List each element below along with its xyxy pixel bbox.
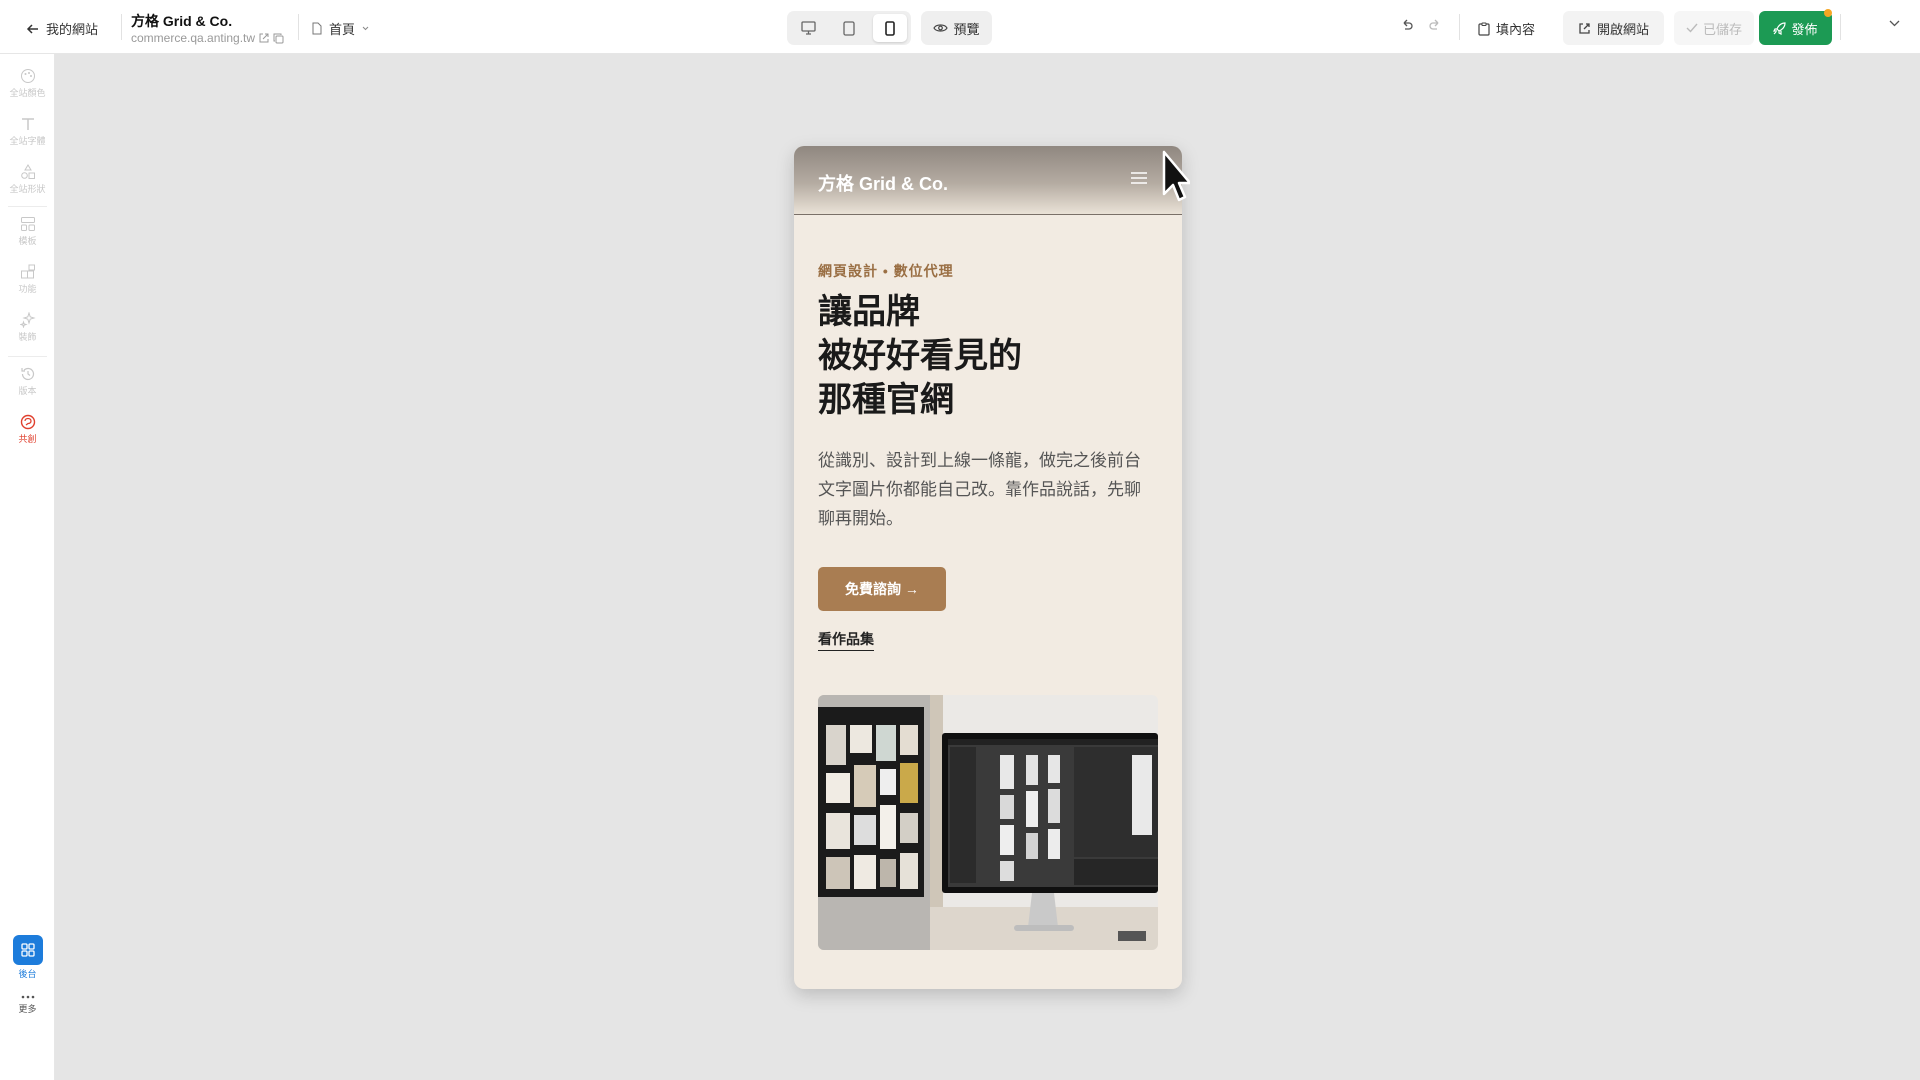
sidebar-divider [8, 206, 47, 207]
more-menu-button[interactable] [1889, 19, 1900, 27]
unpublished-changes-badge [1824, 9, 1832, 17]
copy-icon[interactable] [273, 33, 284, 44]
preview-label: 預覽 [953, 21, 980, 37]
fill-content-label: 填內容 [1496, 22, 1536, 37]
desktop-view-button[interactable] [791, 14, 825, 42]
external-link-icon[interactable] [259, 33, 269, 43]
saved-status-button: 已儲存 [1674, 11, 1754, 45]
site-name: 方格 Grid & Co. [131, 13, 233, 29]
sidebar-item-label: 功能 [18, 284, 37, 294]
shapes-icon [20, 164, 35, 179]
check-icon [1686, 23, 1698, 33]
sidebar-item-label: 共創 [18, 434, 37, 444]
back-to-my-sites-button[interactable]: 我的網站 [26, 19, 98, 38]
sidebar-item-fonts[interactable]: 全站字體 [0, 116, 55, 147]
sidebar-item-versions[interactable]: 版本 [0, 366, 55, 397]
open-site-label: 開啟網站 [1596, 21, 1649, 37]
portfolio-link[interactable]: 看作品集 [818, 629, 874, 651]
sidebar-item-more[interactable]: 更多 [0, 994, 55, 1015]
more-horizontal-icon [21, 995, 34, 999]
sidebar-item-collaborate[interactable]: 共創 [0, 414, 55, 445]
open-site-button[interactable]: 開啟網站 [1563, 11, 1664, 45]
page-selector-label: 首頁 [329, 22, 356, 37]
arrow-left-icon [26, 23, 38, 34]
sidebar-item-features[interactable]: 功能 [0, 264, 55, 295]
tablet-icon [843, 20, 855, 36]
backend-tile [12, 935, 43, 965]
preview-site-header: 方格 Grid & Co. [794, 146, 1182, 215]
device-switcher [787, 11, 911, 45]
top-toolbar: 我的網站 方格 Grid & Co. commerce.qa.anting.tw… [0, 0, 1920, 54]
sidebar-item-templates[interactable]: 模板 [0, 216, 55, 247]
sparkles-icon [19, 312, 36, 328]
type-icon [21, 118, 34, 130]
sidebar-item-colors[interactable]: 全站顏色 [0, 68, 55, 99]
undo-button[interactable] [1400, 19, 1414, 33]
back-label: 我的網站 [46, 22, 99, 37]
fill-content-button[interactable]: 填內容 [1478, 19, 1535, 38]
blocks-icon [20, 264, 35, 279]
collab-icon [20, 414, 35, 430]
sidebar-item-label: 全站字體 [9, 136, 46, 146]
headline-line: 讓品牌 [818, 293, 920, 331]
undo-icon [1403, 19, 1413, 30]
preview-tagline: 網頁設計 • 數位代理 [818, 263, 954, 279]
redo-icon [1429, 19, 1439, 30]
sidebar-item-label: 模板 [18, 236, 37, 246]
monitor-icon [800, 21, 816, 35]
mobile-view-button[interactable] [873, 14, 907, 42]
redo-button[interactable] [1428, 19, 1442, 33]
publish-label: 發佈 [1791, 21, 1818, 37]
divider [1840, 14, 1841, 40]
divider [1459, 14, 1460, 40]
chevron-down-icon [362, 26, 369, 31]
mobile-preview-frame[interactable]: 方格 Grid & Co. 網頁設計 • 數位代理 讓品牌 被好好看見的 那種官… [794, 146, 1182, 989]
rocket-icon [1773, 21, 1787, 35]
menu-icon [1131, 172, 1147, 184]
headline-line: 那種官網 [818, 381, 954, 419]
clipboard-icon [1478, 22, 1490, 36]
grid-icon [20, 943, 35, 957]
layout-icon [20, 217, 35, 231]
divider [121, 14, 122, 40]
chevron-down-icon [1889, 20, 1900, 27]
sidebar-item-backend[interactable]: 後台 [0, 935, 55, 980]
headline-line: 被好好看見的 [818, 337, 1022, 375]
sidebar-item-decorations[interactable]: 裝飾 [0, 312, 55, 343]
divider [298, 14, 299, 40]
hamburger-menu-button[interactable] [1130, 170, 1148, 191]
left-sidebar: 全站顏色 全站字體 全站形狀 模板 功能 裝飾 版本 共創 後台 更多 [0, 54, 55, 1080]
saved-label: 已儲存 [1702, 21, 1742, 37]
sidebar-item-label: 版本 [18, 386, 37, 396]
eye-icon [933, 24, 949, 32]
palette-icon [20, 69, 35, 83]
page-selector[interactable]: 首頁 [311, 19, 370, 38]
page-icon [312, 22, 322, 35]
history-icon [20, 367, 34, 381]
preview-button[interactable]: 預覽 [921, 11, 992, 45]
sidebar-divider [8, 356, 47, 357]
site-domain: commerce.qa.anting.tw [131, 31, 284, 45]
publish-button[interactable]: 發佈 [1759, 11, 1832, 45]
backend-label: 後台 [18, 969, 37, 979]
smartphone-icon [885, 20, 895, 36]
site-domain-text: commerce.qa.anting.tw [131, 31, 256, 45]
monitors-photo [818, 695, 1158, 950]
mouse-cursor-icon [1162, 150, 1190, 202]
more-label: 更多 [18, 1004, 37, 1014]
external-link-icon [1579, 22, 1590, 34]
tablet-view-button[interactable] [832, 14, 866, 42]
sidebar-item-label: 裝飾 [18, 332, 37, 342]
sidebar-item-shapes[interactable]: 全站形狀 [0, 164, 55, 195]
preview-description: 從識別、設計到上線一條龍，做完之後前台文字圖片你都能自己改。靠作品說話，先聊聊再… [818, 451, 1141, 528]
sidebar-item-label: 全站形狀 [9, 184, 46, 194]
sidebar-item-label: 全站顏色 [9, 88, 46, 98]
free-consult-button[interactable]: 免費諮詢 → [818, 567, 946, 611]
preview-headline: 讓品牌 被好好看見的 那種官網 [818, 290, 1022, 422]
preview-logo[interactable]: 方格 Grid & Co. [818, 170, 948, 196]
hero-image [818, 695, 1158, 950]
